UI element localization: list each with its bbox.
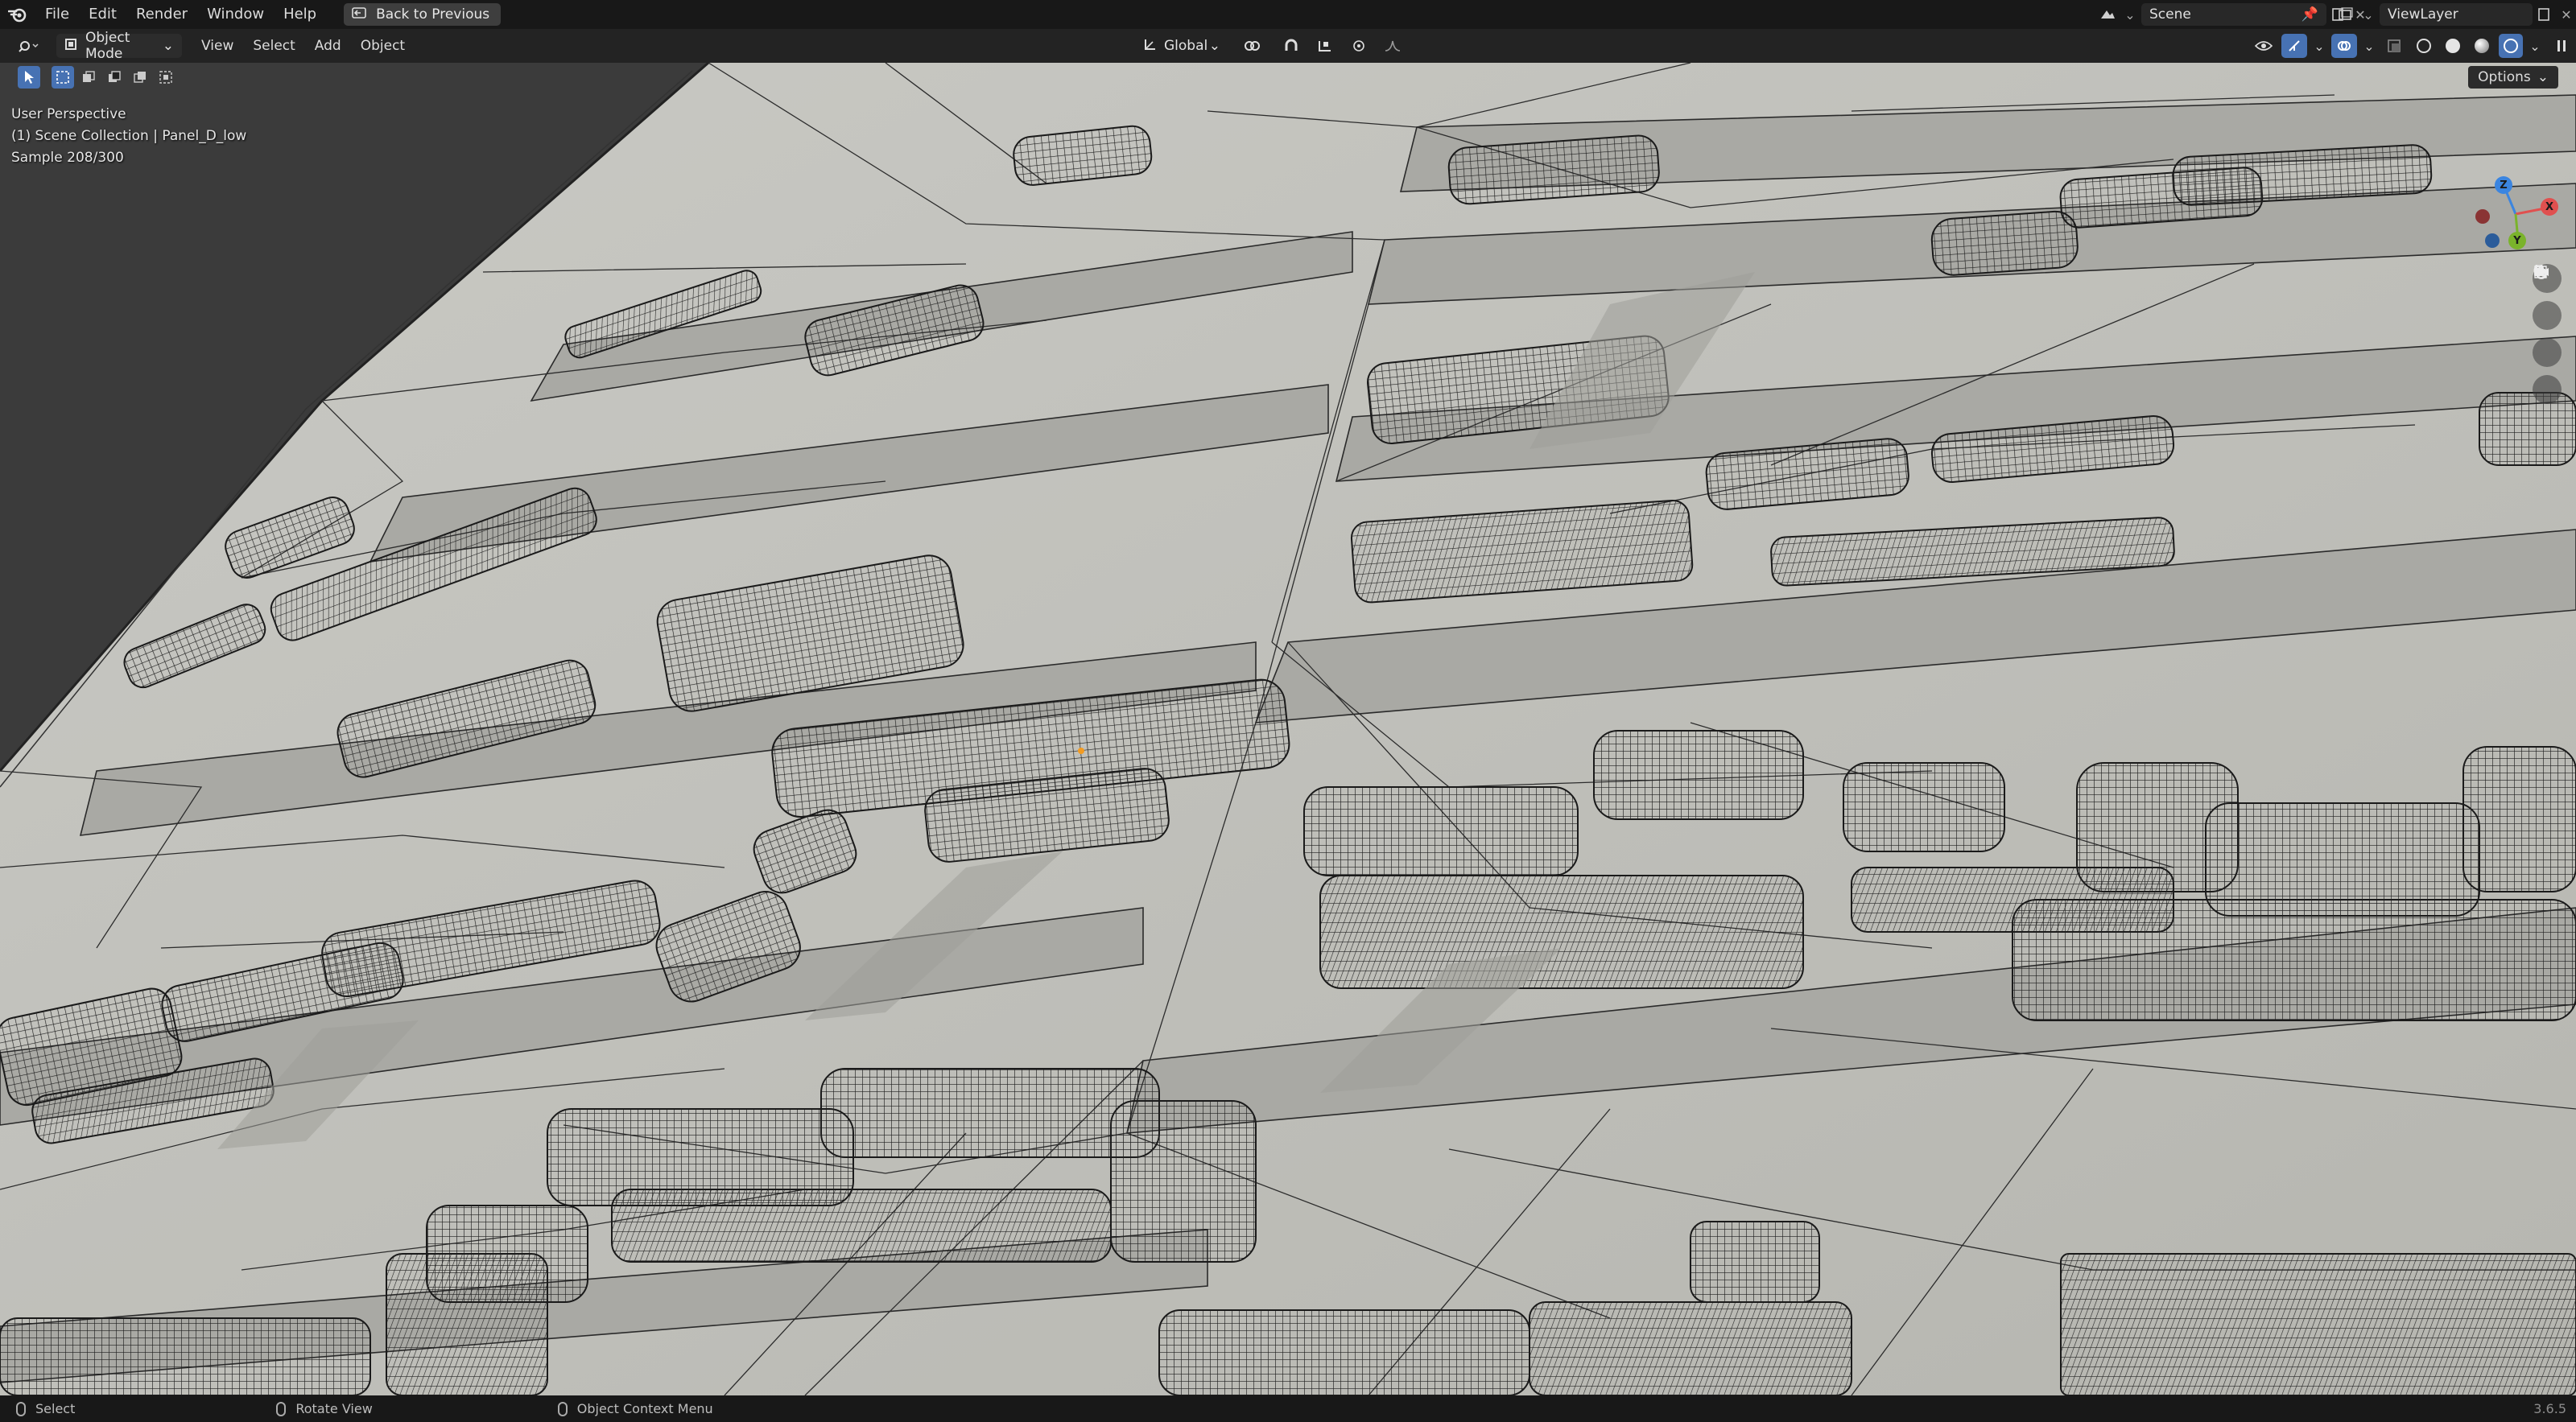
viewport-header: Object Mode ⌄ View Select Add Object Glo… [0,29,2576,63]
orientation-icon [1143,37,1158,56]
mouse-middle-icon [276,1401,287,1416]
proportional-edit-icon[interactable] [1346,34,1372,58]
snap-target-icon[interactable] [1312,34,1338,58]
gizmo-toggle-icon[interactable] [2281,34,2307,58]
pause-render-icon[interactable] [2553,34,2570,58]
back-to-previous-button[interactable]: Back to Previous [344,3,502,26]
scene-name-field[interactable]: Scene 📌 [2141,3,2326,26]
select-intersect-icon[interactable] [155,66,177,89]
chevron-down-icon[interactable]: ⌄ [2357,3,2380,26]
wireframe-shading-icon[interactable] [2412,34,2436,58]
view-layer-name-field[interactable]: ViewLayer [2380,3,2533,26]
chevron-down-icon[interactable]: ⌄ [2312,34,2326,58]
view-layer-name: ViewLayer [2388,6,2458,23]
object-origin-dot [1078,748,1084,754]
close-icon[interactable]: ✕ [2555,3,2576,26]
menu-help[interactable]: Help [274,0,326,29]
chevron-down-icon: ⌄ [1208,38,1220,54]
gizmo-z-axis[interactable]: Z [2495,176,2512,194]
top-menu-bar: File Edit Render Window Help Back to Pre… [0,0,2576,29]
status-context-menu: Object Context Menu [557,1401,713,1416]
blender-logo-icon[interactable] [0,0,35,29]
transform-tools: Global ⌄ [1135,29,1406,63]
select-new-icon[interactable] [52,66,74,89]
mouse-right-icon [557,1401,568,1416]
back-icon [352,6,366,23]
chevron-down-icon: ⌄ [162,38,174,54]
falloff-icon[interactable] [1380,34,1406,58]
status-context-label: Object Context Menu [576,1401,713,1416]
ortho-grid-icon[interactable] [2533,266,2562,404]
chevron-down-icon[interactable]: ⌄ [2119,3,2141,26]
gizmo-y-axis[interactable]: Y [2508,232,2526,249]
object-mode-icon [64,38,77,55]
select-invert-icon[interactable] [129,66,151,89]
blender-version: 3.6.5 [2533,1401,2566,1416]
material-shading-icon[interactable] [2470,34,2494,58]
menu-object[interactable]: Object [351,38,415,54]
select-subtract-icon[interactable] [103,66,126,89]
visibility-eye-icon[interactable] [2251,34,2277,58]
scene-icon[interactable] [2096,3,2119,26]
render-sample-label: Sample 208/300 [11,150,124,166]
menu-select[interactable]: Select [243,38,304,54]
new-view-layer-icon[interactable] [2533,3,2555,26]
scene-collection-label: (1) Scene Collection | Panel_D_low [11,128,247,144]
status-rotate-label: Rotate View [295,1401,373,1416]
snap-icon[interactable] [1278,34,1304,58]
camera-view-icon[interactable] [2533,265,2562,367]
view-perspective-label: User Perspective [11,106,126,122]
status-bar: Select Rotate View Object Context Menu 3… [0,1395,2576,1422]
gizmo-y-label: Y [2513,234,2521,247]
gizmo-neg-x-axis[interactable] [2475,209,2490,224]
overlays-toggle-icon[interactable] [2331,34,2357,58]
options-dropdown[interactable]: Options ⌄ [2468,66,2558,89]
view-layer-icon[interactable] [2334,3,2357,26]
wireframe-render [0,63,2576,1395]
transform-orientation-dropdown[interactable]: Global ⌄ [1135,34,1228,58]
editor-type-icon[interactable] [10,34,47,58]
select-tool-icon[interactable] [18,66,40,89]
menu-file[interactable]: File [35,0,79,29]
3d-viewport[interactable]: User Perspective (1) Scene Collection | … [0,63,2576,1395]
chevron-down-icon[interactable]: ⌄ [2528,34,2542,58]
object-mode-label: Object Mode [85,30,130,62]
pin-icon[interactable]: 📌 [2301,6,2318,23]
chevron-down-icon: ⌄ [2537,69,2549,85]
menu-window[interactable]: Window [197,0,274,29]
chevron-down-icon[interactable]: ⌄ [2362,34,2376,58]
mouse-left-icon [16,1401,26,1416]
menu-render[interactable]: Render [126,0,197,29]
view-layer-selector: ⌄ ViewLayer ✕ [2334,0,2576,29]
viewport-navigation [2533,264,2565,404]
navigation-gizmo[interactable]: Z X Y [2471,174,2560,254]
xray-toggle-icon[interactable] [2381,34,2407,58]
status-rotate: Rotate View [276,1401,373,1416]
gizmo-z-label: Z [2500,179,2508,192]
menu-add[interactable]: Add [305,38,351,54]
pan-hand-icon[interactable] [2533,266,2562,330]
scene-name: Scene [2149,6,2191,23]
tool-settings-row [0,63,2576,92]
orientation-label: Global [1164,38,1208,54]
options-label: Options [2478,69,2531,85]
solid-shading-icon[interactable] [2441,34,2465,58]
viewport-display-controls: ⌄ ⌄ ⌄ [2251,29,2570,63]
rendered-shading-icon[interactable] [2499,34,2523,58]
gizmo-x-label: X [2545,200,2554,213]
pivot-point-icon[interactable] [1236,34,1270,58]
select-extend-icon[interactable] [77,66,100,89]
status-select-label: Select [35,1401,76,1416]
menu-view[interactable]: View [192,38,243,54]
scene-selector: ⌄ Scene 📌 ✕ [2096,0,2372,29]
status-select: Select [16,1401,75,1416]
gizmo-neg-z-axis[interactable] [2485,233,2500,248]
back-to-previous-label: Back to Previous [376,6,490,23]
menu-edit[interactable]: Edit [79,0,126,29]
gizmo-x-axis[interactable]: X [2541,198,2558,216]
object-mode-dropdown[interactable]: Object Mode ⌄ [56,30,182,62]
